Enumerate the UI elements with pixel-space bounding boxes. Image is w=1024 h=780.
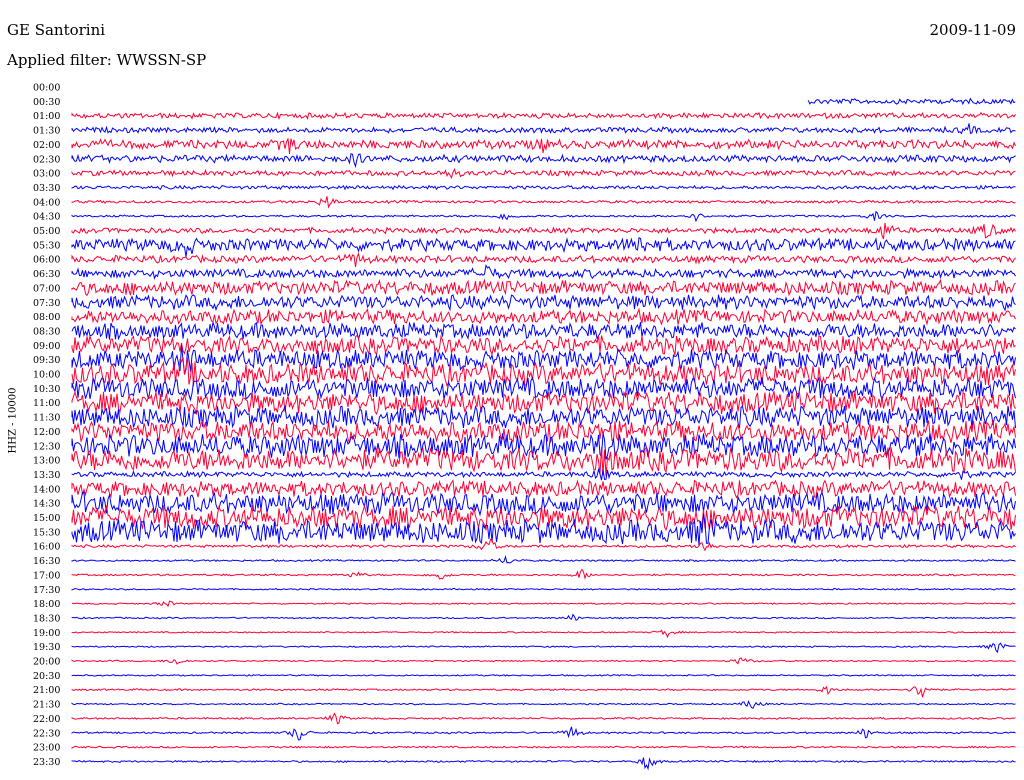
seismic-trace-1630 (71, 554, 1016, 564)
seismic-trace-1800 (71, 600, 1016, 608)
seismic-trace-0330 (71, 184, 1016, 191)
time-tick-label: 03:30 (33, 183, 60, 194)
seismic-trace-1730 (71, 587, 1016, 591)
seismic-trace-0530 (71, 236, 1016, 257)
time-tick-label: 19:30 (33, 642, 60, 653)
seismic-trace-1330 (71, 467, 1016, 481)
time-tick-label: 12:30 (33, 441, 60, 452)
time-tick-label: 12:00 (33, 427, 60, 438)
time-tick-label: 18:00 (33, 599, 60, 610)
seismic-trace-1300 (71, 446, 1016, 477)
time-tick-label: 02:30 (33, 154, 60, 165)
time-tick-label: 22:00 (33, 714, 60, 725)
seismic-trace-1930 (71, 642, 1016, 654)
seismic-trace-2100 (71, 685, 1016, 698)
seismic-trace-0900 (71, 334, 1016, 356)
time-tick-label: 07:30 (33, 298, 60, 309)
seismic-trace-0700 (71, 278, 1016, 297)
time-tick-label: 00:30 (33, 97, 60, 108)
seismic-trace-0600 (71, 252, 1016, 267)
time-tick-label: 14:30 (33, 499, 60, 510)
time-tick-label: 23:30 (33, 757, 60, 768)
time-tick-label: 00:00 (33, 83, 60, 94)
time-tick-label: 01:00 (33, 111, 60, 122)
time-tick-label: 17:30 (33, 585, 60, 596)
seismic-trace-2300 (71, 745, 1016, 749)
time-tick-label: 03:00 (33, 169, 60, 180)
time-tick-label: 18:30 (33, 613, 60, 624)
seismic-trace-0800 (71, 307, 1016, 326)
helicorder-plot: 00:00 00:30 01:00 01:30 02:00 02:30 03:00 03:30… (33, 83, 1016, 771)
seismic-trace-2130 (71, 700, 1016, 709)
seismic-trace-0130 (71, 123, 1016, 135)
time-tick-label: 11:00 (33, 398, 60, 409)
time-tick-label: 07:00 (33, 283, 60, 294)
time-tick-label: 06:30 (33, 269, 60, 280)
time-tick-label: 19:00 (33, 628, 60, 639)
time-tick-label: 08:30 (33, 326, 60, 337)
seismic-trace-0500 (71, 222, 1016, 240)
seismic-trace-0300 (71, 168, 1016, 180)
seismic-trace-0400 (71, 196, 1016, 209)
time-tick-label: 05:00 (33, 226, 60, 237)
seismic-trace-1600 (71, 538, 1016, 552)
seismic-trace-0430 (71, 210, 1016, 223)
time-tick-label: 16:30 (33, 556, 60, 567)
time-tick-label: 10:00 (33, 370, 60, 381)
seismic-trace-0230 (71, 153, 1016, 169)
time-tick-label: 10:30 (33, 384, 60, 395)
seismic-trace-0100 (71, 111, 1016, 121)
seismic-trace-0830 (71, 321, 1016, 341)
time-tick-label: 21:30 (33, 700, 60, 711)
seismic-trace-2230 (71, 726, 1016, 741)
seismic-trace-2200 (71, 712, 1016, 725)
seismic-trace-2000 (71, 657, 1016, 665)
time-tick-label: 04:00 (33, 197, 60, 208)
time-tick-label: 09:30 (33, 355, 60, 366)
time-tick-label: 20:00 (33, 657, 60, 668)
seismic-trace-0730 (71, 294, 1016, 312)
time-tick-label: 15:30 (33, 527, 60, 538)
seismic-trace-1700 (71, 568, 1016, 580)
time-tick-label: 16:00 (33, 542, 60, 553)
time-tick-label: 14:00 (33, 484, 60, 495)
time-tick-label: 23:00 (33, 743, 60, 754)
seismic-trace-0030 (807, 97, 1016, 106)
time-tick-label: 13:00 (33, 456, 60, 467)
time-tick-label: 02:00 (33, 140, 60, 151)
time-tick-label: 17:00 (33, 570, 60, 581)
time-tick-label: 13:30 (33, 470, 60, 481)
time-tick-label: 08:00 (33, 312, 60, 323)
time-tick-label: 01:30 (33, 126, 60, 137)
seismic-trace-1830 (71, 613, 1016, 621)
seismic-trace-0630 (71, 263, 1016, 280)
time-tick-label: 06:00 (33, 255, 60, 266)
time-tick-label: 21:00 (33, 685, 60, 696)
seismic-trace-1900 (71, 629, 1016, 639)
time-tick-label: 20:30 (33, 671, 60, 682)
time-tick-label: 11:30 (33, 413, 60, 424)
seismic-trace-2030 (71, 674, 1016, 677)
time-tick-label: 09:00 (33, 341, 60, 352)
time-tick-label: 15:00 (33, 513, 60, 524)
time-tick-label: 04:30 (33, 212, 60, 223)
time-tick-label: 22:30 (33, 728, 60, 739)
time-tick-label: 05:30 (33, 240, 60, 251)
seismic-trace-2330 (71, 757, 1016, 771)
seismic-trace-0200 (71, 138, 1016, 155)
